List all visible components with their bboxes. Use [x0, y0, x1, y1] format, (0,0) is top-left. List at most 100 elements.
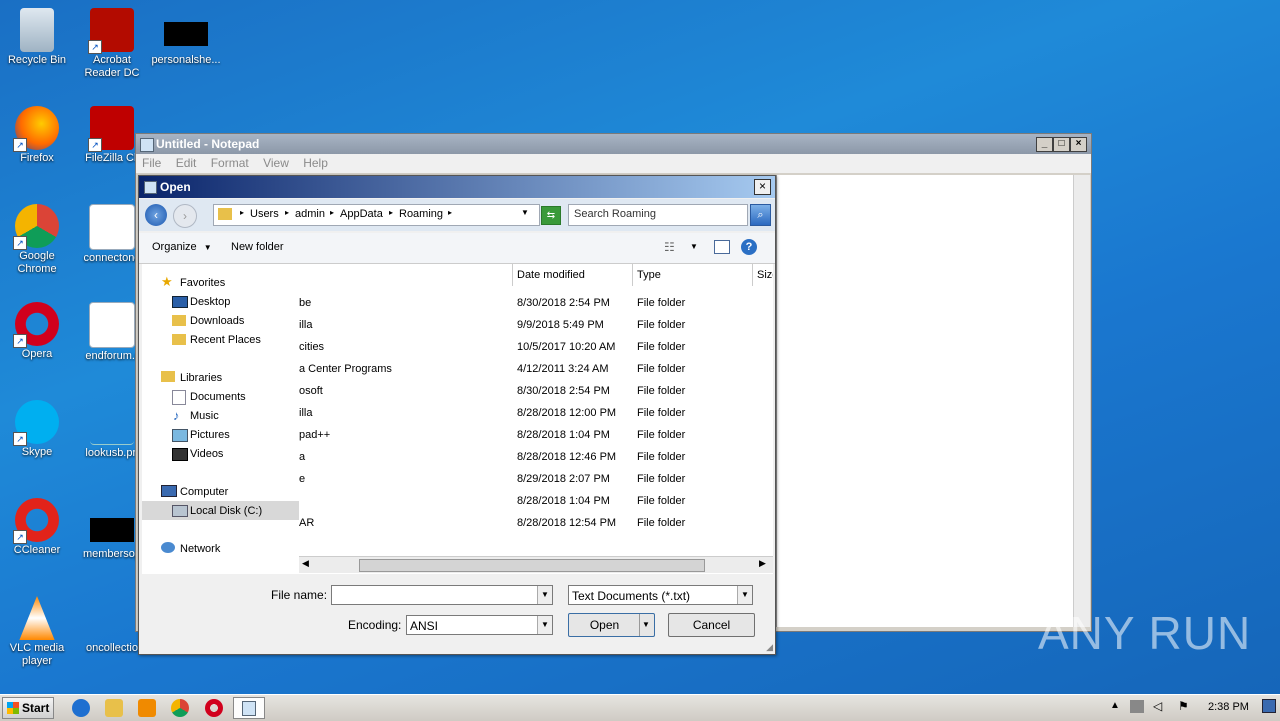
notepad-app-icon	[144, 181, 157, 194]
chevron-down-icon[interactable]: ▼	[737, 586, 752, 604]
menu-view[interactable]: View	[263, 156, 289, 170]
menu-file[interactable]: File	[142, 156, 161, 170]
flag-icon[interactable]: ⚑	[1178, 699, 1189, 713]
view-options-icon[interactable]: ☷	[664, 240, 675, 254]
column-size[interactable]: Size	[753, 264, 773, 286]
address-bar[interactable]: Users admin AppData Roaming ▸ ▸ ▸ ▸ ▸ ▼	[213, 204, 540, 226]
shortcut-arrow-icon: ↗	[88, 138, 102, 152]
opera-icon[interactable]	[205, 699, 223, 717]
row-date: 8/30/2018 2:54 PM	[517, 385, 610, 397]
maximize-button[interactable]: □	[1053, 137, 1070, 152]
menu-help[interactable]: Help	[303, 156, 328, 170]
scroll-right-icon[interactable]: ▶	[759, 558, 766, 569]
notepad-menu-bar: File Edit Format View Help	[136, 154, 1091, 173]
nav-pictures[interactable]: Pictures	[190, 429, 230, 441]
volume-icon[interactable]: ◁	[1153, 699, 1162, 713]
desktop-icon-vlc[interactable]: VLC media player	[0, 596, 74, 668]
desktop-icon-label: personalshe...	[151, 54, 221, 66]
horizontal-scrollbar[interactable]: ◀ ▶	[299, 556, 773, 573]
start-button[interactable]: Start	[2, 697, 54, 719]
taskbar-notepad-button[interactable]	[233, 697, 265, 719]
search-input[interactable]: Search Roaming	[568, 204, 748, 226]
shortcut-arrow-icon: ↗	[13, 432, 27, 446]
column-name[interactable]	[299, 264, 513, 286]
breadcrumb-users[interactable]: Users	[250, 208, 279, 220]
chevron-down-icon[interactable]: ▼	[537, 586, 552, 604]
desktop-icon-firefox[interactable]: ↗ Firefox	[0, 106, 74, 165]
column-date-modified[interactable]: Date modified	[513, 264, 633, 286]
menu-edit[interactable]: Edit	[176, 156, 197, 170]
breadcrumb-admin[interactable]: admin	[295, 208, 325, 220]
breadcrumb-appdata[interactable]: AppData	[340, 208, 383, 220]
navigation-pane: ★ Favorites Desktop Downloads Recent Pla…	[142, 264, 299, 574]
open-button-label: Open	[589, 618, 620, 632]
desktop-icon-label: Opera	[21, 348, 53, 360]
encoding-value: ANSI	[410, 619, 439, 633]
search-button[interactable]: ⌕	[750, 204, 771, 226]
resize-grip-icon[interactable]: ◢	[766, 642, 773, 653]
nav-videos[interactable]: Videos	[190, 448, 223, 460]
cancel-button[interactable]: Cancel	[668, 613, 755, 637]
row-name: illa	[299, 407, 313, 419]
desktop-icon-label: Google Chrome	[17, 250, 57, 275]
nav-music[interactable]: Music	[190, 410, 219, 422]
organize-label: Organize	[152, 241, 197, 253]
show-desktop-button[interactable]	[1262, 699, 1276, 713]
preview-pane-icon[interactable]	[714, 240, 730, 254]
file-name-input[interactable]: ▼	[331, 585, 553, 605]
back-button[interactable]: ‹	[145, 204, 167, 226]
show-hidden-icons-icon[interactable]: ▲	[1110, 700, 1120, 711]
new-folder-button[interactable]: New folder	[231, 241, 284, 253]
desktop-icon-personalshe[interactable]: personalshe...	[149, 22, 223, 67]
column-type[interactable]: Type	[633, 264, 753, 286]
nav-recent-places[interactable]: Recent Places	[190, 334, 261, 346]
breadcrumb-roaming[interactable]: Roaming	[399, 208, 443, 220]
organize-button[interactable]: Organize ▼	[152, 241, 212, 253]
nav-favorites[interactable]: Favorites	[180, 277, 225, 289]
desktop-icon-ccleaner[interactable]: ↗ CCleaner	[0, 498, 74, 557]
desktop-icon-opera[interactable]: ↗ Opera	[0, 302, 74, 361]
address-dropdown-icon[interactable]: ▼	[521, 208, 529, 217]
chevron-down-icon[interactable]: ▼	[639, 614, 652, 636]
explorer-icon[interactable]	[105, 699, 123, 717]
row-date: 9/9/2018 5:49 PM	[517, 319, 604, 331]
file-type-select[interactable]: Text Documents (*.txt) ▼	[568, 585, 753, 605]
nav-desktop[interactable]: Desktop	[190, 296, 230, 308]
refresh-button[interactable]: ⇆	[541, 206, 561, 225]
desktop-icon-recycle-bin[interactable]: Recycle Bin	[0, 8, 74, 67]
chevron-down-icon[interactable]: ▼	[690, 242, 698, 251]
scrollbar-thumb[interactable]	[359, 559, 705, 572]
desktop-icon-acrobat[interactable]: ↗ Acrobat Reader DC	[75, 8, 149, 80]
nav-documents[interactable]: Documents	[190, 391, 246, 403]
network-tray-icon[interactable]	[1130, 700, 1144, 713]
ie-icon[interactable]	[72, 699, 90, 717]
scroll-left-icon[interactable]: ◀	[302, 558, 309, 569]
dialog-close-button[interactable]: ×	[754, 179, 771, 195]
menu-format[interactable]: Format	[211, 156, 249, 170]
nav-local-disk[interactable]: Local Disk (C:)	[190, 505, 262, 517]
nav-computer[interactable]: Computer	[180, 486, 228, 498]
nav-downloads[interactable]: Downloads	[190, 315, 244, 327]
notepad-text-area[interactable]	[776, 175, 1090, 627]
forward-button[interactable]: ›	[173, 204, 197, 228]
desktop-icon-label: VLC media player	[9, 642, 65, 667]
help-icon[interactable]: ?	[741, 239, 757, 255]
minimize-button[interactable]: _	[1036, 137, 1053, 152]
nav-network[interactable]: Network	[180, 543, 220, 555]
desktop-icon-label: CCleaner	[13, 544, 61, 556]
vertical-scrollbar[interactable]	[1073, 175, 1090, 627]
clock[interactable]: 2:38 PM	[1208, 701, 1249, 713]
nav-libraries[interactable]: Libraries	[180, 372, 222, 384]
encoding-select[interactable]: ANSI ▼	[406, 615, 553, 635]
shortcut-arrow-icon: ↗	[88, 40, 102, 54]
chevron-down-icon[interactable]: ▼	[537, 616, 552, 634]
recycle-bin-icon	[20, 8, 54, 52]
row-name: a	[299, 451, 306, 463]
desktop-icon-chrome[interactable]: ↗ Google Chrome	[0, 204, 74, 276]
close-button[interactable]: ×	[1070, 137, 1087, 152]
chrome-icon[interactable]	[171, 699, 189, 717]
row-type: File folder	[637, 429, 686, 441]
media-player-icon[interactable]	[138, 699, 156, 717]
desktop-icon-skype[interactable]: ↗ Skype	[0, 400, 74, 459]
open-button[interactable]: Open ▼	[568, 613, 655, 637]
